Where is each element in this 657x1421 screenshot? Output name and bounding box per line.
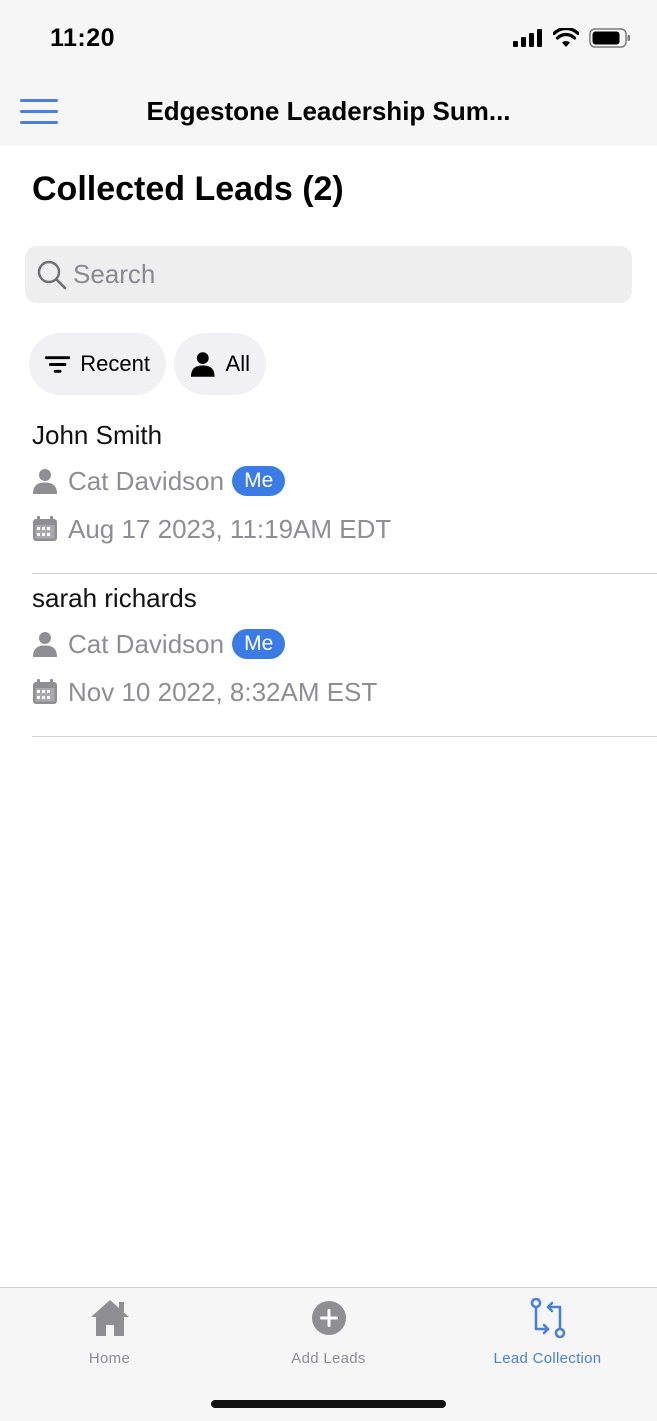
person-icon <box>190 352 215 377</box>
tab-home-label: Home <box>88 1350 131 1367</box>
person-icon <box>33 469 57 494</box>
filter-all-button[interactable]: All <box>174 333 266 395</box>
tab-lead-collection-label: Lead Collection <box>493 1350 602 1367</box>
lead-name: John Smith <box>32 420 163 450</box>
calendar-icon <box>33 516 57 541</box>
calendar-icon <box>33 679 57 704</box>
status-icons <box>513 28 631 48</box>
lead-owner-name: Cat Davidson <box>68 465 225 496</box>
person-icon <box>33 632 57 657</box>
battery-icon <box>589 28 630 48</box>
lead-date: Aug 17 2023, 11:19AM EDT <box>32 512 391 546</box>
cellular-signal-icon <box>513 29 542 47</box>
tab-lead-collection[interactable]: Lead Collection <box>438 1296 657 1367</box>
me-badge: Me <box>232 466 286 496</box>
lead-row[interactable]: sarah richards Cat Davidson Me Nov 10 20… <box>32 575 657 737</box>
menu-button[interactable] <box>20 98 58 126</box>
sort-recent-button[interactable]: Recent <box>29 333 166 395</box>
search-icon <box>37 260 67 289</box>
lead-row[interactable]: John Smith Cat Davidson Me Aug 17 2023, … <box>32 412 657 574</box>
tab-add-leads-label: Add Leads <box>291 1350 366 1367</box>
sort-recent-label: Recent <box>80 351 150 376</box>
lead-owner: Cat Davidson Me <box>32 464 286 498</box>
search-input[interactable] <box>73 259 613 290</box>
lead-owner: Cat Davidson Me <box>32 627 286 661</box>
home-indicator <box>211 1400 446 1408</box>
sort-filter-icon <box>45 356 71 373</box>
nav-bar: Edgestone Leadership Sum... <box>0 80 657 146</box>
home-icon <box>90 1300 129 1336</box>
lead-owner-name: Cat Davidson <box>68 628 225 659</box>
search-bar[interactable] <box>25 246 632 303</box>
tab-add-leads[interactable]: Add Leads <box>219 1296 438 1367</box>
lead-date: Nov 10 2022, 8:32AM EST <box>32 675 377 709</box>
status-bar: 11:20 <box>0 0 657 80</box>
tab-home[interactable]: Home <box>0 1296 219 1367</box>
hamburger-icon <box>20 99 58 102</box>
wifi-icon <box>553 28 579 47</box>
nav-title: Edgestone Leadership Sum... <box>146 96 511 126</box>
me-badge: Me <box>232 629 286 659</box>
plus-circle-icon <box>311 1301 346 1335</box>
lead-collection-icon <box>530 1298 565 1338</box>
page-title: Collected Leads (2) <box>32 170 344 208</box>
lead-date-text: Aug 17 2023, 11:19AM EDT <box>68 513 392 544</box>
filter-all-label: All <box>225 351 250 376</box>
lead-name: sarah richards <box>32 583 197 613</box>
lead-date-text: Nov 10 2022, 8:32AM EST <box>68 676 378 707</box>
status-time: 11:20 <box>50 24 116 52</box>
